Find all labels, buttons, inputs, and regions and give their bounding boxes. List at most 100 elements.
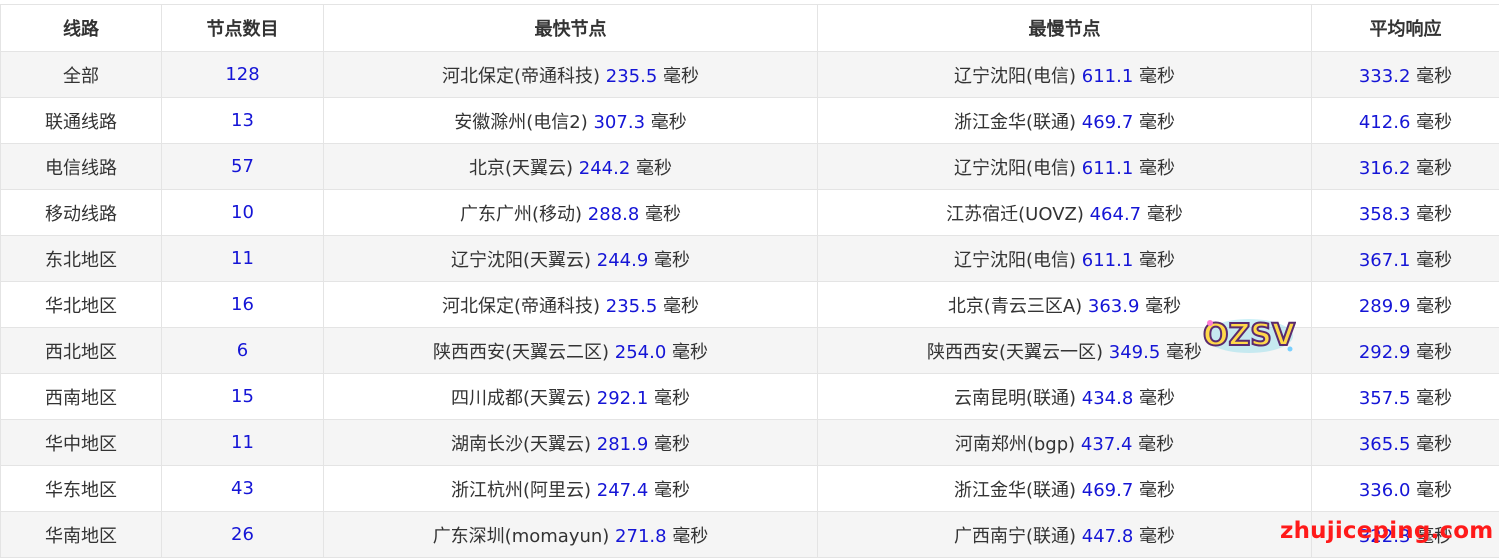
fastest-node-name: 浙江杭州(阿里云): [450, 479, 592, 501]
count-cell: 13: [161, 97, 324, 144]
fastest-ms: 244.9: [596, 249, 649, 271]
line-name: 华中地区: [45, 433, 117, 455]
header-fastest-node: 最快节点: [323, 4, 818, 52]
node-count: 57: [231, 156, 254, 177]
ms-unit: 毫秒: [1416, 65, 1453, 87]
fastest-cell: 河北保定(帝通科技) 235.5 毫秒: [323, 51, 818, 98]
line-cell: 西北地区: [0, 327, 162, 374]
line-name: 电信线路: [45, 157, 117, 179]
slowest-node-name: 浙江金华(联通): [953, 111, 1077, 133]
ms-unit: 毫秒: [1139, 479, 1176, 501]
count-cell: 11: [161, 419, 324, 466]
node-count: 6: [236, 340, 249, 361]
node-count: 16: [231, 294, 254, 315]
fastest-node-name: 辽宁沈阳(天翼云): [450, 249, 592, 271]
ms-unit: 毫秒: [1138, 433, 1175, 455]
count-cell: 57: [161, 143, 324, 190]
fastest-ms: 235.5: [605, 65, 658, 87]
badge-text: OZSV: [1203, 318, 1296, 353]
ms-unit: 毫秒: [1416, 479, 1453, 501]
node-count: 43: [231, 478, 254, 499]
table-row: 电信线路 57 北京(天翼云) 244.2 毫秒 辽宁沈阳(电信) 611.1 毫秒 3…: [0, 143, 1499, 190]
header-node-count: 节点数目: [161, 4, 324, 52]
slowest-cell: 河南郑州(bgp) 437.4 毫秒: [817, 419, 1312, 466]
slowest-cell: 辽宁沈阳(电信) 611.1 毫秒: [817, 235, 1312, 282]
fastest-node-name: 河北保定(帝通科技): [441, 65, 601, 87]
table-row: 华南地区 26 广东深圳(momayun) 271.8 毫秒 广西南宁(联通) 447…: [0, 511, 1499, 558]
ms-unit: 毫秒: [654, 387, 691, 409]
fastest-node-name: 安徽滁州(电信2): [454, 111, 588, 133]
ms-unit: 毫秒: [1416, 157, 1453, 179]
fastest-cell: 广东广州(移动) 288.8 毫秒: [323, 189, 818, 236]
node-count: 13: [231, 110, 254, 131]
ms-unit: 毫秒: [1416, 203, 1453, 225]
average-cell: 289.9 毫秒: [1311, 281, 1499, 328]
fastest-cell: 四川成都(天翼云) 292.1 毫秒: [323, 373, 818, 420]
ms-unit: 毫秒: [1416, 433, 1453, 455]
results-table-wrapper: 线路 节点数目 最快节点 最慢节点 平均响应 全部 128 河北保定(帝通科技) 2…: [0, 4, 1499, 558]
line-name: 华南地区: [45, 525, 117, 547]
line-name: 联通线路: [45, 111, 117, 133]
ms-unit: 毫秒: [654, 249, 691, 271]
average-ms: 316.2: [1358, 157, 1411, 179]
fastest-cell: 陕西西安(天翼云二区) 254.0 毫秒: [323, 327, 818, 374]
average-ms: 289.9: [1358, 295, 1411, 317]
table-row: 华中地区 11 湖南长沙(天翼云) 281.9 毫秒 河南郑州(bgp) 437.4 …: [0, 419, 1499, 466]
line-cell: 华南地区: [0, 511, 162, 558]
slowest-node-name: 辽宁沈阳(电信): [953, 157, 1077, 179]
slowest-ms: 611.1: [1081, 65, 1134, 87]
line-name: 移动线路: [45, 203, 117, 225]
line-name: 华东地区: [45, 479, 117, 501]
fastest-ms: 235.5: [605, 295, 658, 317]
average-ms: 358.3: [1358, 203, 1411, 225]
ms-unit: 毫秒: [1139, 387, 1176, 409]
fastest-ms: 244.2: [578, 157, 631, 179]
average-ms: 292.9: [1358, 341, 1411, 363]
count-cell: 15: [161, 373, 324, 420]
ms-unit: 毫秒: [672, 525, 709, 547]
node-count: 11: [231, 248, 254, 269]
fastest-node-name: 广东深圳(momayun): [432, 525, 610, 547]
fastest-cell: 安徽滁州(电信2) 307.3 毫秒: [323, 97, 818, 144]
slowest-node-name: 陕西西安(天翼云一区): [926, 341, 1104, 363]
ms-unit: 毫秒: [1139, 525, 1176, 547]
slowest-node-name: 辽宁沈阳(电信): [953, 249, 1077, 271]
ms-unit: 毫秒: [1139, 249, 1176, 271]
count-cell: 6: [161, 327, 324, 374]
table-row: 西南地区 15 四川成都(天翼云) 292.1 毫秒 云南昆明(联通) 434.8 毫…: [0, 373, 1499, 420]
count-cell: 11: [161, 235, 324, 282]
line-cell: 移动线路: [0, 189, 162, 236]
line-cell: 电信线路: [0, 143, 162, 190]
slowest-node-name: 河南郑州(bgp): [954, 433, 1076, 455]
slowest-ms: 363.9: [1087, 295, 1140, 317]
header-line: 线路: [0, 4, 162, 52]
slowest-cell: 广西南宁(联通) 447.8 毫秒: [817, 511, 1312, 558]
average-cell: 333.2 毫秒: [1311, 51, 1499, 98]
fastest-ms: 254.0: [614, 341, 667, 363]
slowest-ms: 464.7: [1089, 203, 1142, 225]
node-count: 15: [231, 386, 254, 407]
line-cell: 华东地区: [0, 465, 162, 512]
ms-unit: 毫秒: [672, 341, 709, 363]
count-cell: 10: [161, 189, 324, 236]
line-cell: 西南地区: [0, 373, 162, 420]
slowest-ms: 434.8: [1081, 387, 1134, 409]
fastest-ms: 292.1: [596, 387, 649, 409]
fastest-cell: 北京(天翼云) 244.2 毫秒: [323, 143, 818, 190]
header-average-response: 平均响应: [1311, 4, 1499, 52]
average-cell: 316.2 毫秒: [1311, 143, 1499, 190]
table-row: 全部 128 河北保定(帝通科技) 235.5 毫秒 辽宁沈阳(电信) 611.1 毫…: [0, 51, 1499, 98]
node-count: 11: [231, 432, 254, 453]
average-ms: 336.0: [1358, 479, 1411, 501]
slowest-ms: 447.8: [1081, 525, 1134, 547]
fastest-node-name: 河北保定(帝通科技): [441, 295, 601, 317]
slowest-cell: 浙江金华(联通) 469.7 毫秒: [817, 465, 1312, 512]
ms-unit: 毫秒: [1416, 387, 1453, 409]
slowest-ms: 349.5: [1108, 341, 1161, 363]
ms-unit: 毫秒: [1416, 295, 1453, 317]
slowest-ms: 469.7: [1081, 111, 1134, 133]
line-cell: 联通线路: [0, 97, 162, 144]
slowest-ms: 611.1: [1081, 249, 1134, 271]
ms-unit: 毫秒: [1416, 249, 1453, 271]
ms-unit: 毫秒: [1139, 111, 1176, 133]
